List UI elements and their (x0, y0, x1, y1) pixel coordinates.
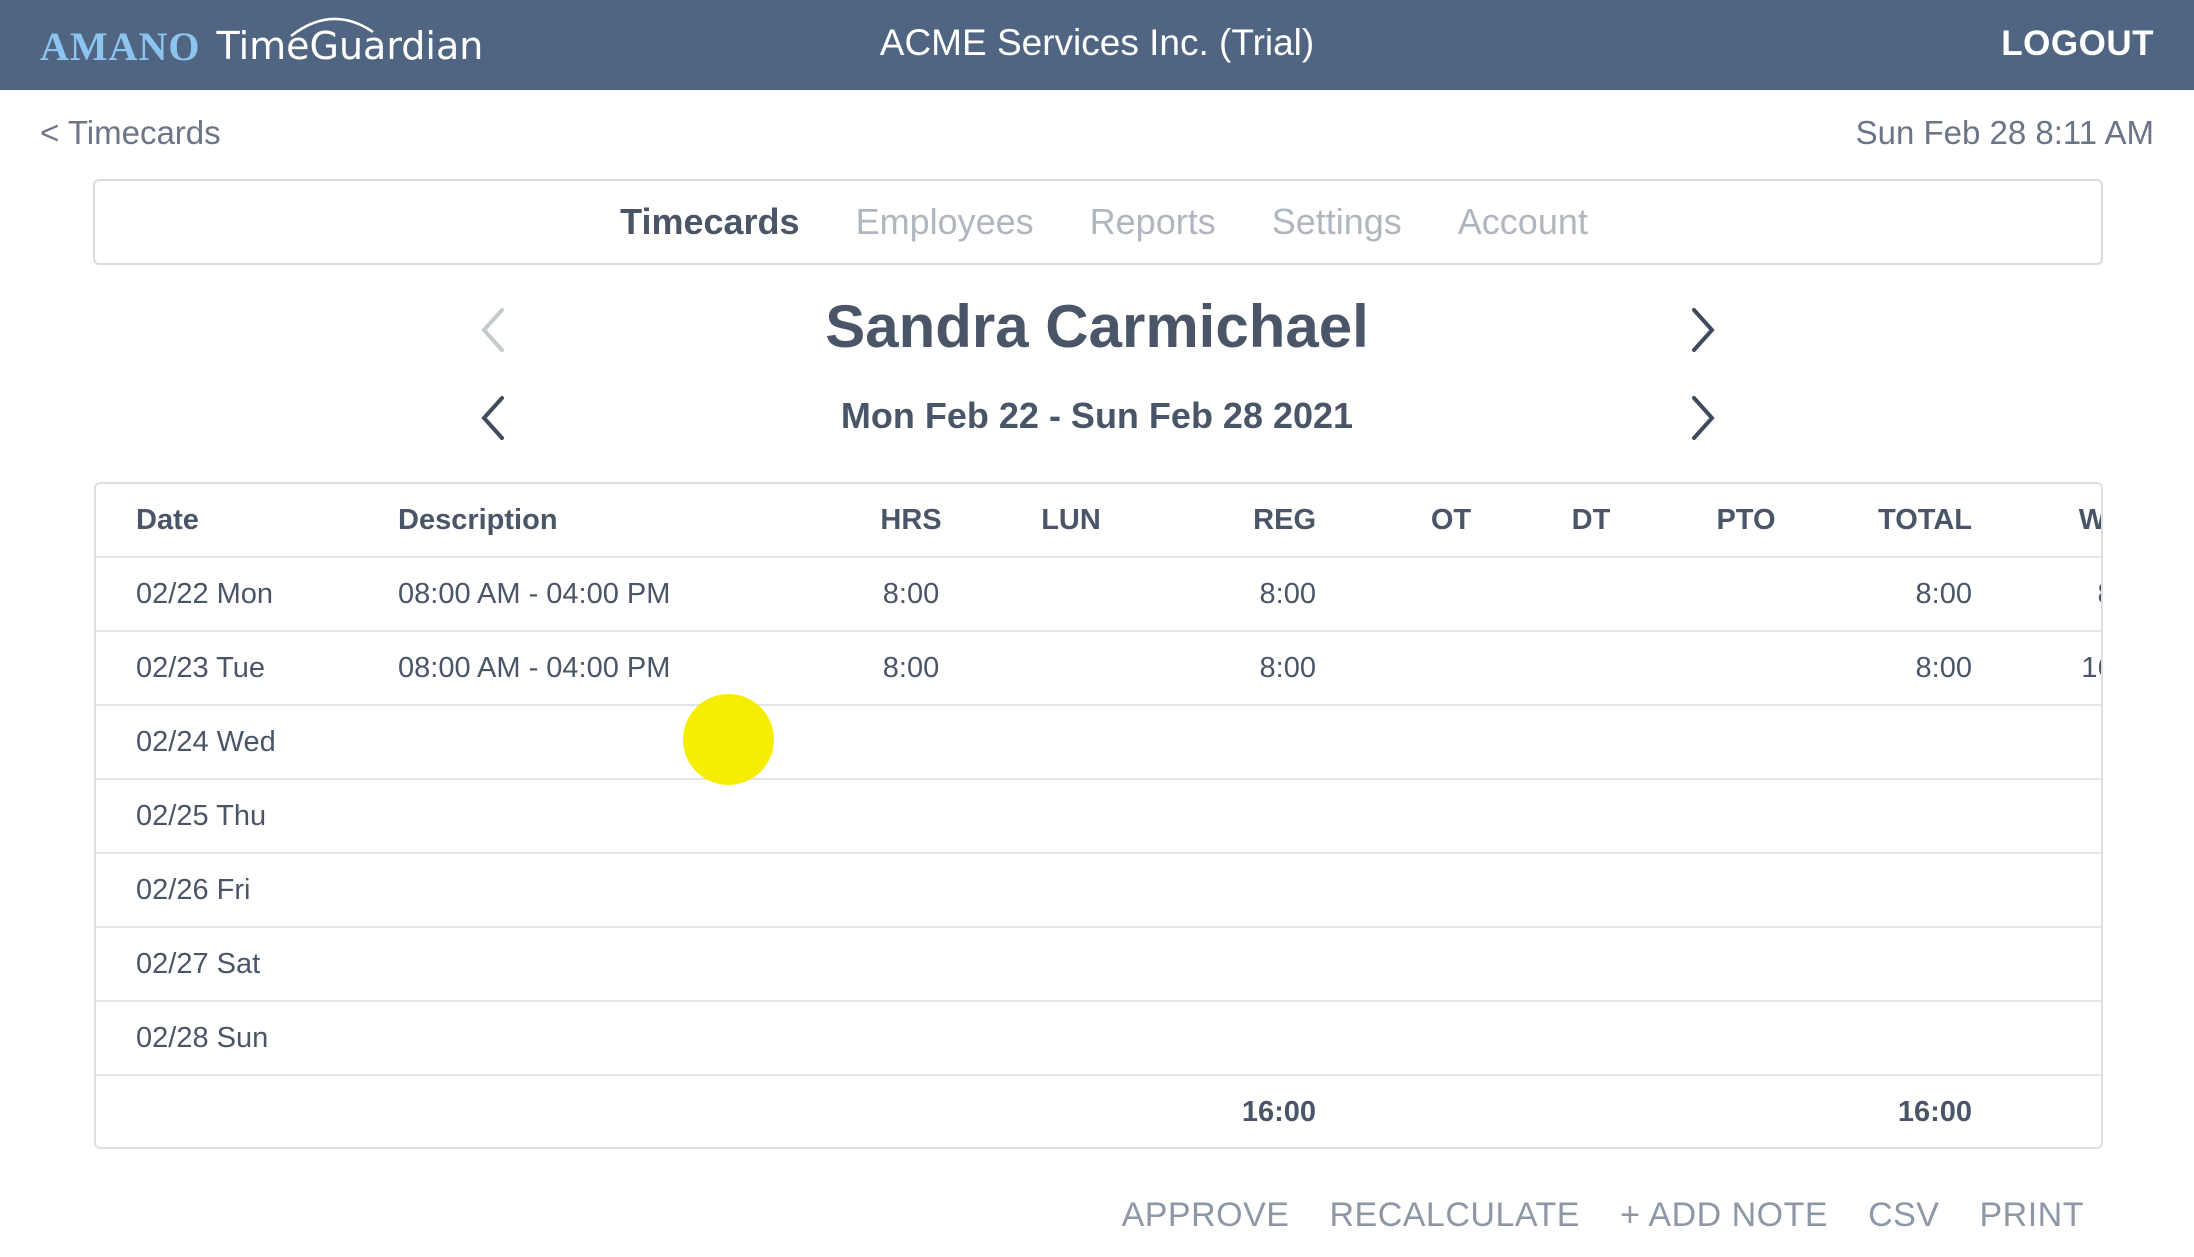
row-date: 02/27 Sat (136, 948, 261, 980)
table-row[interactable]: 02/28 Sun (96, 1002, 2101, 1076)
csv-export-button[interactable]: CSV (1868, 1196, 1939, 1235)
row-dt (1516, 558, 1666, 630)
row-date: 02/25 Thu (136, 800, 267, 832)
col-header-dt: DT (1571, 504, 1611, 536)
col-header-date: Date (136, 504, 199, 536)
table-row[interactable]: 02/22 Mon 08:00 AM - 04:00 PM 8:00 8:00 … (96, 558, 2101, 632)
tab-employees[interactable]: Employees (856, 201, 1034, 243)
col-header-total: TOTAL (1878, 504, 1972, 536)
action-bar: APPROVE RECALCULATE + ADD NOTE CSV PRINT (1122, 1196, 2084, 1235)
row-hrs: 8:00 (882, 578, 940, 610)
tab-reports[interactable]: Reports (1090, 201, 1216, 243)
row-date: 02/24 Wed (136, 726, 276, 758)
row-dt (1516, 632, 1666, 704)
top-header-bar: AMANO TimeGuardian ACME Services Inc. (T… (0, 0, 2194, 90)
totals-reg: 16:00 (1241, 1096, 1316, 1128)
row-date: 02/28 Sun (136, 1022, 269, 1054)
tab-timecards[interactable]: Timecards (620, 201, 799, 243)
col-header-ot: OT (1430, 504, 1472, 536)
back-to-timecards-link[interactable]: < Timecards (40, 114, 221, 152)
totals-total: 16:00 (1897, 1096, 1972, 1128)
print-button[interactable]: PRINT (1980, 1196, 2085, 1235)
row-description: 08:00 AM - 04:00 PM (398, 578, 671, 610)
chevron-right-icon (1692, 396, 1715, 440)
row-ot (1376, 632, 1526, 704)
table-row[interactable]: 02/23 Tue 08:00 AM - 04:00 PM 8:00 8:00 … (96, 632, 2101, 706)
week-period: Mon Feb 22 - Sun Feb 28 2021 (840, 395, 1354, 436)
row-total: 8:00 (1915, 652, 1972, 684)
chevron-right-icon (1692, 308, 1715, 352)
row-hrs: 8:00 (882, 652, 940, 684)
table-row[interactable]: 02/26 Fri (96, 854, 2101, 928)
approve-button[interactable]: APPROVE (1122, 1196, 1290, 1235)
row-date: 02/22 Mon (136, 578, 274, 610)
employee-name: Sandra Carmichael (825, 293, 1369, 360)
row-date: 02/26 Fri (136, 874, 251, 906)
row-ot (1376, 558, 1526, 630)
table-header-row: Date Description HRS LUN REG OT DT PTO T… (96, 484, 2101, 558)
row-reg: 8:00 (1259, 652, 1316, 684)
main-nav: Timecards Employees Reports Settings Acc… (93, 179, 2103, 265)
row-date: 02/23 Tue (136, 652, 265, 684)
add-note-button[interactable]: + ADD NOTE (1620, 1196, 1828, 1235)
table-totals-row: 16:00 16:00 (96, 1076, 2101, 1146)
row-description: 08:00 AM - 04:00 PM (398, 652, 671, 684)
tab-settings[interactable]: Settings (1272, 201, 1402, 243)
col-header-description: Description (398, 504, 558, 536)
row-total: 8:00 (1915, 578, 1972, 610)
row-week: 8:00 (1976, 558, 2101, 630)
col-header-lun: LUN (1041, 504, 1101, 536)
logout-button[interactable]: LOGOUT (2001, 24, 2154, 64)
next-employee-button[interactable] (1680, 300, 1724, 360)
current-datetime: Sun Feb 28 8:11 AM (1855, 114, 2154, 151)
col-header-reg: REG (1253, 504, 1316, 536)
tab-account[interactable]: Account (1458, 201, 1588, 243)
row-week: 16:00 (2081, 652, 2101, 684)
row-lun (996, 632, 1146, 704)
row-lun (996, 558, 1146, 630)
col-header-week: Week (2078, 504, 2103, 536)
table-row[interactable]: 02/27 Sat (96, 928, 2101, 1002)
col-header-hrs: HRS (880, 504, 942, 536)
recalculate-button[interactable]: RECALCULATE (1329, 1196, 1580, 1235)
table-row[interactable]: 02/25 Thu (96, 780, 2101, 854)
company-name: ACME Services Inc. (Trial) (879, 22, 1315, 63)
next-week-button[interactable] (1680, 388, 1724, 448)
row-reg: 8:00 (1259, 578, 1316, 610)
table-row[interactable]: 02/24 Wed (96, 706, 2101, 780)
timecard-table: Date Description HRS LUN REG OT DT PTO T… (94, 482, 2103, 1149)
